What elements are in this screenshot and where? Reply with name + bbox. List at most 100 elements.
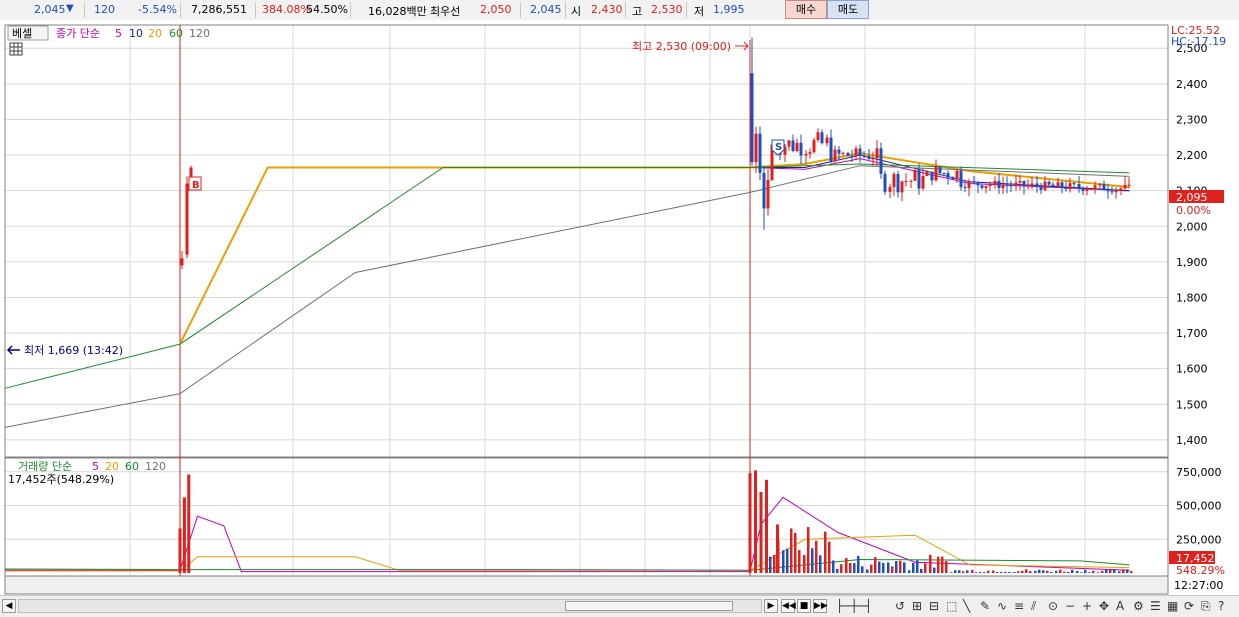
candle-body — [1077, 183, 1081, 188]
zoom-out-icon[interactable]: − — [1065, 598, 1075, 614]
volume-bar — [1046, 570, 1049, 573]
candle-body — [820, 132, 824, 144]
help-icon[interactable]: ? — [1218, 598, 1224, 614]
volume-bar — [895, 561, 898, 573]
table-icon[interactable] — [9, 42, 23, 56]
volume-bar — [941, 556, 944, 573]
volume-bar — [929, 554, 932, 573]
scroll-right-icon[interactable]: ▶ — [764, 599, 778, 613]
fib-tool-icon[interactable]: ≡ — [1014, 598, 1024, 614]
price-down-icon: ▼ — [66, 3, 74, 14]
stop-icon[interactable]: ■ — [797, 599, 811, 613]
cursor-icon[interactable]: ⬚ — [946, 598, 957, 614]
vol-ma5-legend[interactable]: 5 — [92, 460, 99, 473]
volume-bar — [945, 561, 948, 573]
volume-bar — [819, 555, 822, 573]
candle-body — [988, 184, 992, 187]
scroll-left-icon[interactable]: ◀ — [2, 599, 16, 613]
candle-body — [846, 152, 850, 156]
volume-bar — [853, 563, 856, 573]
volume-bar — [832, 560, 835, 573]
candle-body — [1072, 183, 1076, 185]
volume-bar — [811, 548, 814, 573]
play-forward-icon[interactable]: ▶▶ — [813, 599, 828, 613]
volume-bar — [920, 568, 923, 573]
sell-button[interactable]: 매도 — [827, 0, 869, 19]
ma5-legend[interactable]: 5 — [115, 27, 122, 40]
low-marker-label: 최저 1,669 (13:42) — [24, 344, 123, 357]
shape-tool-icon[interactable]: ⊙ — [1048, 598, 1058, 614]
volume-bar — [824, 531, 827, 573]
candle-body — [913, 170, 917, 181]
price-tick-label: 1,600 — [1176, 363, 1208, 376]
grid-tool-icon[interactable]: ▦ — [1167, 598, 1178, 614]
chart-scrollbar[interactable] — [18, 599, 762, 613]
candle-body — [967, 181, 971, 189]
candle-body — [896, 174, 900, 193]
zoom-in-icon[interactable]: + — [1082, 598, 1092, 614]
price-tick-label: 1,400 — [1176, 434, 1208, 447]
candle-body — [993, 180, 997, 185]
candle-body — [1030, 183, 1034, 186]
candle-body — [758, 133, 762, 173]
candle-body — [816, 132, 820, 141]
candle-body — [762, 172, 766, 209]
volume-bar — [1084, 569, 1087, 573]
volume-ratio: 384.08% — [262, 3, 311, 16]
vol-ma60-legend[interactable]: 60 — [125, 460, 139, 473]
text-tool-icon[interactable]: A — [1116, 598, 1124, 614]
reset-icon[interactable]: ↺ — [895, 598, 905, 614]
move-icon[interactable]: ✥ — [1099, 598, 1109, 614]
volume-bar — [1122, 569, 1125, 573]
channel-tool-icon[interactable]: ⫽ — [1031, 598, 1036, 614]
hc-label: HC:-17.19 — [1171, 35, 1226, 48]
candle-body — [1022, 180, 1026, 186]
ma20-legend[interactable]: 20 — [148, 27, 162, 40]
chart-toolbar: ◀ ▶ ◀◀ ■ ▶▶ ├─┼─┤ ↺ ⊞ ⊟ ⬚ ╲ ✎ ∿ ≡ ⫽ ⊙ − … — [0, 595, 1239, 617]
vol-ma20-legend[interactable]: 20 — [105, 460, 119, 473]
trade-amount: 16,028백만 — [368, 5, 427, 18]
volume-bar — [887, 562, 890, 573]
volume-bar — [882, 562, 885, 573]
candle-body — [955, 170, 959, 180]
ma120-legend[interactable]: 120 — [189, 27, 210, 40]
volume-bar — [1029, 571, 1032, 573]
volume-bar — [954, 570, 957, 573]
candle-body — [833, 149, 837, 162]
candle-body — [812, 140, 816, 153]
candle-body — [951, 177, 955, 180]
volume-bar — [975, 572, 978, 573]
zoom-slider-icon[interactable]: ├─┼─┤ — [836, 598, 872, 614]
candle-body — [808, 152, 812, 154]
settings-icon[interactable]: ⚙ — [1133, 598, 1144, 614]
candle-body — [909, 180, 913, 182]
volume-yaxis: 750,000 500,000 250,000 — [1176, 466, 1222, 547]
vol-ma120-legend[interactable]: 120 — [145, 460, 166, 473]
refresh-icon[interactable]: ⟳ — [1184, 598, 1194, 614]
draw-tool-icon[interactable]: ✎ — [980, 598, 990, 614]
candle-body — [1098, 184, 1102, 186]
low-price: 1,995 — [713, 3, 745, 16]
crosshair-icon[interactable]: ⊟ — [929, 598, 939, 614]
play-back-icon[interactable]: ◀◀ — [781, 599, 796, 613]
volume-bar — [765, 479, 768, 573]
wave-tool-icon[interactable]: ∿ — [997, 598, 1007, 614]
ma10-legend[interactable]: 10 — [129, 27, 143, 40]
candle-body — [1056, 182, 1060, 187]
candle-body — [888, 187, 892, 192]
save-icon[interactable]: ⎘ — [1201, 598, 1211, 614]
trend-line-icon[interactable]: ╲ — [963, 598, 970, 614]
candle-body — [946, 173, 950, 178]
line-tool-icon[interactable]: ⊞ — [912, 598, 922, 614]
stock-chart[interactable]: 2,5002,4002,3002,2002,1002,0001,9001,800… — [0, 20, 1239, 595]
volume-bar — [908, 570, 911, 573]
ma60-legend[interactable]: 60 — [169, 27, 183, 40]
volume-info: 17,452주(548.29%) — [8, 473, 114, 486]
candle-body — [1014, 182, 1018, 186]
buy-button[interactable]: 매수 — [785, 0, 827, 19]
price-tick-label: 1,700 — [1176, 327, 1208, 340]
list-icon[interactable]: ☰ — [1150, 598, 1161, 614]
stock-tab-label[interactable]: 베셀 — [12, 27, 32, 40]
chart-scrollbar-thumb[interactable] — [565, 601, 733, 611]
high-marker-label: 최고 2,530 (09:00) — [632, 40, 731, 53]
